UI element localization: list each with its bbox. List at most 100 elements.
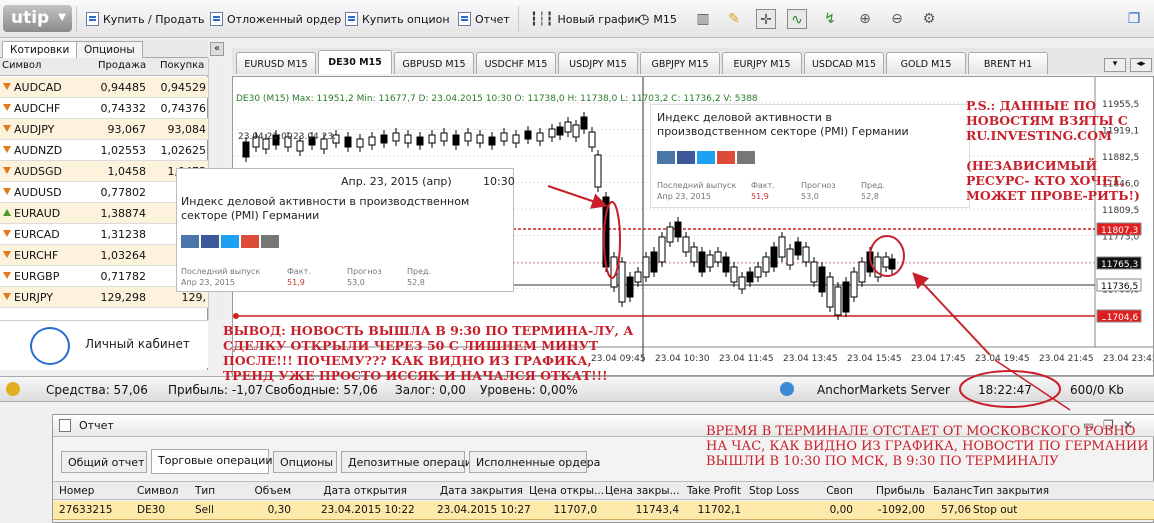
report-col-header[interactable]: Номер [59, 485, 129, 497]
tab-chart-8[interactable]: GOLD M15 [886, 52, 966, 74]
twitter-icon[interactable] [221, 235, 239, 248]
candle[interactable] [818, 266, 826, 293]
candle[interactable] [810, 261, 818, 283]
candle[interactable] [588, 131, 596, 148]
candle[interactable] [882, 256, 890, 268]
list-item[interactable]: AUDCHF 0,74332 0,74376 [0, 98, 208, 119]
candle[interactable] [714, 251, 722, 263]
candle[interactable] [834, 286, 842, 316]
candle[interactable] [428, 134, 436, 144]
candle[interactable] [368, 136, 376, 146]
candle[interactable] [658, 236, 666, 263]
pending-order-button[interactable]: Отложенный ордер [210, 10, 341, 28]
candle[interactable] [802, 246, 810, 263]
report-button[interactable]: Отчет [458, 10, 510, 28]
candle[interactable] [794, 241, 802, 256]
candle[interactable] [778, 236, 786, 258]
tab-report-2[interactable]: Опционы [273, 451, 337, 473]
tab-chart-1[interactable]: DE30 M15 [318, 50, 392, 74]
list-item[interactable]: AUDJPY 93,067 93,084 [0, 119, 208, 140]
candle[interactable] [738, 276, 746, 290]
report-col-header[interactable]: Дата закрытия [437, 485, 523, 497]
report-col-header[interactable]: Take Profit [685, 485, 741, 497]
tab-report-3[interactable]: Депозитные операции [341, 451, 479, 473]
candle[interactable] [610, 256, 618, 288]
window-icon[interactable]: ❐ [1124, 9, 1144, 29]
line-icon[interactable]: ↯ [820, 9, 840, 29]
tab-chart-9[interactable]: BRENT H1 [968, 52, 1048, 74]
pencil-icon[interactable]: ✎ [724, 9, 744, 29]
google-plus-icon[interactable] [241, 235, 259, 248]
table-row[interactable]: 27633215 DE30 Sell 0,30 23.04.2015 10:22 23.0… [53, 501, 1154, 520]
candle[interactable] [500, 132, 508, 142]
tab-chart-5[interactable]: GBPJPY M15 [640, 52, 720, 74]
candle[interactable] [602, 196, 610, 268]
list-item[interactable]: AUDCAD 0,94485 0,94529 [0, 77, 208, 98]
report-col-header[interactable]: Stop Loss [749, 485, 809, 497]
tab-chart-2[interactable]: GBPUSD M15 [394, 52, 474, 74]
line-add-icon[interactable]: ∿ [787, 9, 807, 29]
tab-chart-6[interactable]: EURJPY M15 [722, 52, 802, 74]
col-sell[interactable]: Продажа [98, 60, 146, 71]
tab-report-1[interactable]: Торговые операции [151, 449, 273, 474]
crosshair-icon[interactable]: ✛ [756, 9, 776, 29]
report-col-header[interactable]: Тип [195, 485, 235, 497]
candle[interactable] [356, 138, 364, 148]
vk-icon[interactable] [181, 235, 199, 248]
tabs-scroll-icon[interactable]: ◂▸ [1130, 58, 1152, 72]
report-col-header[interactable]: Цена откры... [529, 485, 604, 497]
candle[interactable] [392, 132, 400, 142]
candle[interactable] [618, 261, 626, 303]
candle[interactable] [634, 271, 642, 283]
facebook-icon[interactable] [677, 151, 695, 164]
report-col-header[interactable]: Объем [243, 485, 291, 497]
candle[interactable] [488, 136, 496, 146]
candle[interactable] [594, 154, 602, 188]
candle[interactable] [452, 134, 460, 146]
vk-icon[interactable] [657, 151, 675, 164]
list-item[interactable]: AUDNZD 1,02553 1,02625 [0, 140, 208, 161]
report-col-header[interactable]: Тип закрытия [973, 485, 1093, 497]
report-col-header[interactable]: Прибыль [873, 485, 925, 497]
candle[interactable] [826, 276, 834, 308]
candle[interactable] [650, 251, 658, 273]
tab-quotes[interactable]: Котировки [2, 41, 78, 58]
candle[interactable] [770, 246, 778, 268]
report-col-header[interactable]: Цена закры... [605, 485, 680, 497]
google-plus-icon[interactable] [717, 151, 735, 164]
candle[interactable] [842, 281, 850, 313]
report-col-header[interactable]: Своп [823, 485, 853, 497]
mail-icon[interactable] [261, 235, 279, 248]
twitter-icon[interactable] [697, 151, 715, 164]
facebook-icon[interactable] [201, 235, 219, 248]
tab-chart-0[interactable]: EURUSD M15 [236, 52, 316, 74]
candle[interactable] [626, 276, 634, 298]
candle[interactable] [698, 251, 706, 273]
tabs-menu-icon[interactable]: ▾ [1104, 58, 1126, 72]
candle[interactable] [762, 256, 770, 273]
candle[interactable] [722, 256, 730, 273]
buy-sell-button[interactable]: Купить / Продать [86, 10, 204, 28]
gear-icon[interactable]: ⚙ [919, 9, 939, 29]
report-col-header[interactable]: Баланс [933, 485, 972, 497]
zoom-out-icon[interactable]: ⊖ [887, 9, 907, 29]
candle[interactable] [564, 121, 572, 133]
candle[interactable] [476, 134, 484, 144]
candle[interactable] [858, 261, 866, 283]
col-symbol[interactable]: Символ [2, 60, 41, 71]
candle[interactable] [416, 136, 424, 146]
tab-report-0[interactable]: Общий отчет [61, 451, 147, 473]
tab-chart-7[interactable]: USDCAD M15 [804, 52, 884, 74]
candle[interactable] [440, 132, 448, 142]
report-col-header[interactable]: Символ [137, 485, 187, 497]
zoom-in-icon[interactable]: ⊕ [855, 9, 875, 29]
tab-report-4[interactable]: Исполненные ордера [469, 451, 600, 473]
personal-cabinet[interactable]: Личный кабинет [0, 320, 208, 368]
candle[interactable] [464, 132, 472, 142]
buy-option-button[interactable]: Купить опцион [345, 10, 450, 28]
candle[interactable] [580, 116, 588, 130]
candle[interactable] [730, 266, 738, 283]
mail-icon[interactable] [737, 151, 755, 164]
candle[interactable] [556, 126, 564, 136]
candle[interactable] [786, 248, 794, 266]
